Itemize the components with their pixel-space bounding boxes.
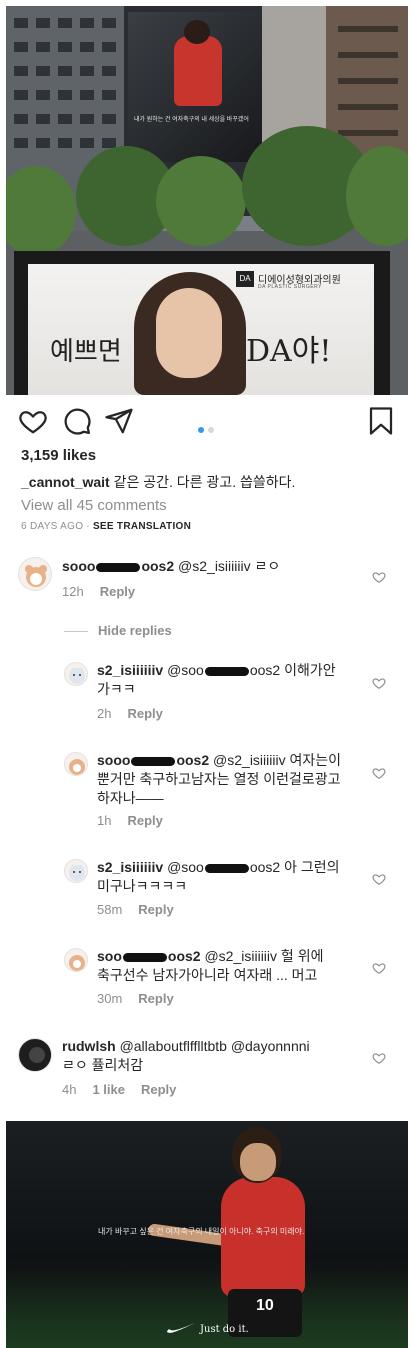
small-heart-icon[interactable]	[372, 872, 386, 886]
comment-time: 12h	[62, 584, 84, 599]
avatar[interactable]	[64, 662, 88, 686]
brand-tagline: Just do it.	[200, 1324, 249, 1335]
divider-line	[64, 631, 88, 633]
comment-meta: 12h Reply	[62, 584, 151, 599]
heart-icon[interactable]	[18, 406, 48, 436]
view-all-comments-link[interactable]: View all 45 comments	[21, 497, 167, 514]
redaction-mark	[122, 952, 167, 962]
cat-avatar-icon	[69, 667, 85, 684]
ad-headline-left: 예쁘면	[50, 337, 122, 367]
like-count[interactable]: 3,159 likes	[21, 447, 96, 464]
comment-username[interactable]: sooo oos2	[62, 558, 174, 574]
mention[interactable]: @dayonnnni	[231, 1038, 310, 1054]
comment-meta: 4h 1 like Reply	[62, 1082, 192, 1097]
comment-time: 30m	[97, 991, 123, 1006]
comment-username[interactable]: sooo oos2	[97, 752, 209, 768]
small-heart-icon[interactable]	[372, 961, 386, 975]
share-icon[interactable]	[104, 406, 134, 436]
comment-username[interactable]: s2_isiiiiiiv	[97, 859, 163, 875]
post-age: 6 DAYS AGO	[21, 521, 84, 532]
hamster-avatar-icon	[69, 759, 85, 775]
comment-username[interactable]: soo oos2	[97, 948, 201, 964]
redaction-mark	[204, 666, 249, 676]
reply-button[interactable]: Reply	[138, 991, 173, 1006]
caption-username[interactable]: _cannot_wait	[21, 474, 110, 490]
comment-meta: 30m Reply	[97, 991, 190, 1006]
billboard-player	[174, 36, 222, 106]
avatar[interactable]	[64, 752, 88, 776]
post-photo-bottom[interactable]: 10 내가 바꾸고 싶은 건 여자축구의 내일이 아니야. 축구의 미래야. J…	[6, 1121, 408, 1348]
reply-button[interactable]: Reply	[138, 902, 173, 917]
mention[interactable]: @soo oos2	[167, 859, 280, 875]
reply-button[interactable]: Reply	[127, 706, 162, 721]
carousel-dot-active	[198, 427, 204, 433]
post-caption: _cannot_wait 같은 공간. 다른 광고. 씁쓸하다.	[21, 472, 295, 492]
post-action-bar	[0, 403, 412, 439]
redaction-mark	[204, 863, 249, 873]
reply-button[interactable]: Reply	[100, 584, 135, 599]
comment-meta: 2h Reply	[97, 706, 179, 721]
post-photo-top[interactable]: 내가 원하는 건 여자축구의 내 세상을 바꾸겠어 DA 디에이성형외과의원 D…	[6, 6, 408, 395]
comment-text: s2_isiiiiiiv @soo oos2 아 그런의 미구나ㅋㅋㅋㅋ	[97, 859, 340, 894]
ad-slogan: 내가 바꾸고 싶은 건 여자축구의 내일이 아니야. 축구의 미래야.	[98, 1227, 305, 1236]
see-translation-link[interactable]: SEE TRANSLATION	[93, 521, 191, 532]
comment-time: 4h	[62, 1082, 77, 1097]
mention[interactable]: @s2_isiiiiiiv	[204, 948, 277, 964]
tree	[156, 156, 246, 246]
hide-replies-button[interactable]: Hide replies	[64, 623, 172, 638]
comment-username[interactable]: s2_isiiiiiiv	[97, 662, 163, 678]
reply-button[interactable]: Reply	[141, 1082, 176, 1097]
mention[interactable]: @soo oos2	[167, 662, 280, 678]
comment-icon[interactable]	[62, 406, 92, 436]
small-heart-icon[interactable]	[372, 676, 386, 690]
bookmark-icon[interactable]	[366, 406, 396, 436]
billboard-player-head	[184, 20, 210, 44]
player-face	[240, 1143, 276, 1181]
meta-separator: ·	[86, 521, 90, 532]
reply-button[interactable]: Reply	[127, 813, 162, 828]
nike-swoosh-icon	[167, 1323, 195, 1333]
comment-text: s2_isiiiiiiv @soo oos2 이해가안 가ㅋㅋ	[97, 662, 336, 697]
ad-model-face	[156, 288, 222, 378]
mention[interactable]: @s2_isiiiiiiv	[178, 558, 251, 574]
cat-avatar-icon	[69, 864, 85, 881]
comment-time: 2h	[97, 706, 112, 721]
redaction-mark	[96, 562, 141, 572]
photo-glow	[6, 1271, 408, 1348]
billboard-text: 내가 원하는 건 여자축구의 내 세상을 바꾸겠어	[134, 117, 249, 123]
hamster-avatar-icon	[69, 955, 85, 971]
comment-username[interactable]: rudwlsh	[62, 1038, 116, 1054]
small-heart-icon[interactable]	[372, 1051, 386, 1065]
carousel-indicator	[198, 420, 218, 438]
avatar[interactable]	[64, 859, 88, 883]
small-heart-icon[interactable]	[372, 570, 386, 584]
caption-text: 같은 공간. 다른 광고. 씁쓸하다.	[113, 474, 296, 490]
comment-text: sooo oos2 @s2_isiiiiiiv ㄹㅇ	[62, 558, 281, 574]
avatar[interactable]	[64, 948, 88, 972]
clinic-logo: DA	[236, 271, 254, 287]
comment-text: soo oos2 @s2_isiiiiiiv 헐 위에 축구선수 남자가아니라 여자…	[97, 948, 324, 983]
carousel-dot	[208, 427, 214, 433]
comment-like-count[interactable]: 1 like	[92, 1082, 125, 1097]
comment-time: 1h	[97, 813, 112, 828]
player-jersey	[221, 1177, 305, 1297]
post-meta: 6 DAYS AGO · SEE TRANSLATION	[21, 521, 191, 532]
clinic-subtitle: DA PLASTIC SURGERY	[258, 284, 322, 290]
comment-meta: 58m Reply	[97, 902, 190, 917]
avatar[interactable]	[18, 557, 52, 591]
hamster-avatar-icon	[25, 565, 47, 587]
small-heart-icon[interactable]	[372, 766, 386, 780]
redaction-mark	[131, 756, 176, 766]
jersey-number: 10	[256, 1297, 274, 1314]
comment-text: rudwlsh @allaboutflfflltbtb @dayonnnni ㄹㅇ…	[62, 1038, 310, 1073]
comment-meta: 1h Reply	[97, 813, 179, 828]
mention[interactable]: @s2_isiiiiiiv	[213, 752, 286, 768]
avatar[interactable]	[18, 1038, 52, 1072]
mention[interactable]: @allaboutflfflltbtb	[120, 1038, 227, 1054]
ad-headline-right: DA야!	[246, 334, 332, 369]
comment-time: 58m	[97, 902, 123, 917]
comment-text: sooo oos2 @s2_isiiiiiiv 여자는이 뿐거만 축구하고남자는 열…	[97, 752, 342, 806]
dark-avatar-icon	[20, 1040, 51, 1071]
